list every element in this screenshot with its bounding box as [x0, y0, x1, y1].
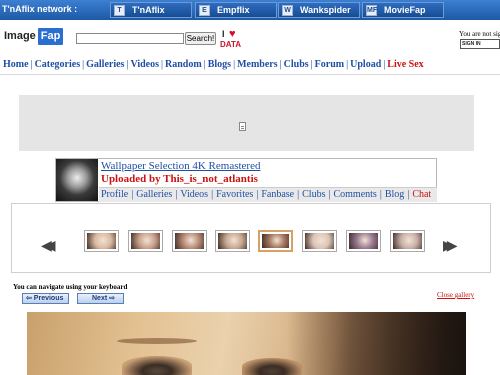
user-link-comments[interactable]: Comments	[333, 189, 376, 200]
ad-banner[interactable]	[19, 95, 474, 151]
signin-button[interactable]: SIGN IN	[460, 39, 500, 49]
nav-categories[interactable]: Categories	[35, 59, 81, 70]
nav-forum[interactable]: Forum	[315, 59, 344, 70]
main-gallery-image[interactable]	[27, 312, 466, 375]
site-logo[interactable]: Image Fap	[3, 28, 64, 45]
user-link-favorites[interactable]: Favorites	[216, 189, 253, 200]
user-link-galleries[interactable]: Galleries	[136, 189, 172, 200]
gallery-thumbnail[interactable]	[346, 230, 381, 252]
main-nav: Home | Categories | Galleries | Videos | Random |…	[3, 59, 424, 70]
nav-clubs[interactable]: Clubs	[284, 59, 309, 70]
next-button[interactable]: Next ⇨	[77, 293, 124, 304]
empflix-icon: E	[199, 4, 210, 16]
network-link-empflix[interactable]: E Empflix	[195, 2, 277, 18]
gallery-thumbnail[interactable]	[258, 230, 293, 252]
nav-members[interactable]: Members	[237, 59, 278, 70]
user-link-clubs[interactable]: Clubs	[302, 189, 325, 200]
wankspider-icon: W	[282, 4, 293, 16]
gallery-title[interactable]: Wallpaper Selection 4K Remastered	[101, 160, 260, 172]
network-link-moviefap[interactable]: MF MovieFap	[362, 2, 444, 18]
nav-random[interactable]: Random	[165, 59, 202, 70]
heart-icon: ♥	[229, 28, 236, 40]
keyboard-hint: You can navigate using your keyboard	[13, 283, 128, 291]
gallery-thumbnail[interactable]	[390, 230, 425, 252]
close-gallery-link[interactable]: Close gallery	[437, 291, 474, 299]
user-link-fanbase[interactable]: Fanbase	[261, 189, 294, 200]
broken-image-icon	[239, 122, 246, 131]
user-link-chat[interactable]: Chat	[412, 189, 431, 200]
nav-home[interactable]: Home	[3, 59, 29, 70]
prev-thumbnails-icon[interactable]: ◀◀	[41, 239, 55, 253]
network-link-tnaflix[interactable]: T T'nAflix	[110, 2, 192, 18]
network-title: T'nAflix network :	[2, 4, 78, 14]
gallery-thumbnail[interactable]	[84, 230, 119, 252]
avatar[interactable]	[56, 159, 98, 201]
user-link-profile[interactable]: Profile	[101, 189, 128, 200]
gallery-thumbnail[interactable]	[128, 230, 163, 252]
user-link-blog[interactable]: Blog	[385, 189, 404, 200]
search-button[interactable]: Search!	[185, 32, 216, 45]
next-thumbnails-icon[interactable]: ▶▶	[443, 239, 457, 253]
gallery-thumbnail[interactable]	[215, 230, 250, 252]
user-links-bar: Profile | Galleries | Videos | Favorites | Fanba…	[99, 187, 437, 202]
search-input[interactable]	[76, 33, 184, 44]
nav-live-sex[interactable]: Live Sex	[387, 59, 423, 70]
network-link-wankspider[interactable]: W Wankspider	[278, 2, 360, 18]
nav-blogs[interactable]: Blogs	[208, 59, 231, 70]
nav-divider	[0, 74, 500, 75]
gallery-thumbnail[interactable]	[172, 230, 207, 252]
user-link-videos[interactable]: Videos	[180, 189, 208, 200]
uploaded-by[interactable]: Uploaded by This_is_not_atlantis	[101, 173, 258, 185]
nav-galleries[interactable]: Galleries	[86, 59, 124, 70]
moviefap-icon: MF	[366, 4, 378, 16]
gallery-thumbnail[interactable]	[302, 230, 337, 252]
previous-button[interactable]: ⇦ Previous	[22, 293, 69, 304]
i-love-data-badge[interactable]: I ♥ DATA	[220, 28, 250, 50]
nav-upload[interactable]: Upload	[350, 59, 381, 70]
nav-videos[interactable]: Videos	[130, 59, 159, 70]
signin-status: You are not signed in	[459, 30, 500, 38]
tnaflix-icon: T	[114, 4, 125, 16]
